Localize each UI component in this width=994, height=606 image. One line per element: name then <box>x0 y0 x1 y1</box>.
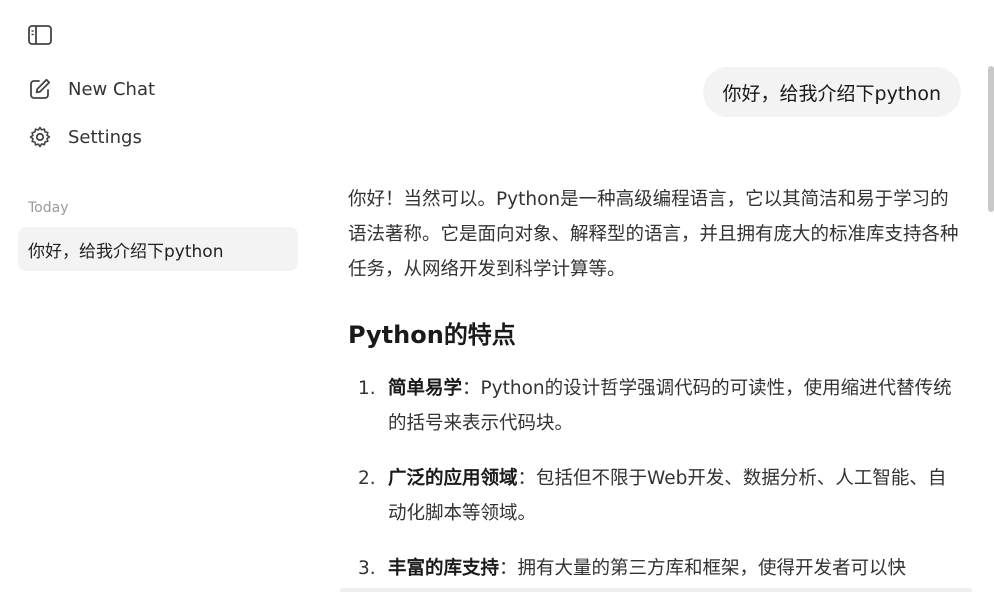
feature-list: 1. 简单易学：Python的设计哲学强调代码的可读性，使用缩进代替传统的括号来… <box>348 371 960 586</box>
section-label-today: Today <box>28 200 69 216</box>
list-item-text: ：拥有大量的第三方库和框架，使得开发者可以快 <box>499 558 906 579</box>
list-item: 2. 广泛的应用领域：包括但不限于Web开发、数据分析、人工智能、自动化脚本等领… <box>348 461 960 531</box>
list-number: 2. <box>358 461 376 496</box>
list-number: 3. <box>358 551 376 586</box>
scrollbar-thumb[interactable] <box>988 66 994 212</box>
settings-button[interactable]: Settings <box>26 119 142 155</box>
new-chat-icon <box>26 75 54 103</box>
list-item-title: 简单易学 <box>388 378 462 399</box>
list-item-text: ：Python的设计哲学强调代码的可读性，使用缩进代替传统的括号来表示代码块。 <box>388 378 952 434</box>
history-item-label: 你好，给我介绍下python <box>28 237 223 262</box>
chat-main: 你好，给我介绍下python 你好！当然可以。Python是一种高级编程语言，它… <box>318 0 994 592</box>
input-box-edge <box>340 588 972 592</box>
new-chat-label: New Chat <box>68 79 155 100</box>
user-message-bubble: 你好，给我介绍下python <box>703 67 961 117</box>
assistant-heading: Python的特点 <box>348 315 960 355</box>
list-item-title: 广泛的应用领域 <box>388 468 518 489</box>
sidebar-toggle-button[interactable] <box>26 22 54 48</box>
settings-label: Settings <box>68 127 142 148</box>
list-number: 1. <box>358 371 376 406</box>
gear-icon <box>26 123 54 151</box>
sidebar-toggle-icon <box>27 24 53 46</box>
list-item: 1. 简单易学：Python的设计哲学强调代码的可读性，使用缩进代替传统的括号来… <box>348 371 960 441</box>
assistant-message: 你好！当然可以。Python是一种高级编程语言，它以其简洁和易于学习的语法著称。… <box>348 182 960 606</box>
new-chat-button[interactable]: New Chat <box>26 71 155 107</box>
list-item: 3. 丰富的库支持：拥有大量的第三方库和框架，使得开发者可以快 <box>348 551 960 586</box>
history-item[interactable]: 你好，给我介绍下python <box>18 227 298 271</box>
sidebar: New Chat Settings Today 你好，给我介绍下python <box>0 0 318 592</box>
assistant-intro: 你好！当然可以。Python是一种高级编程语言，它以其简洁和易于学习的语法著称。… <box>348 182 960 287</box>
list-item-title: 丰富的库支持 <box>388 558 499 579</box>
